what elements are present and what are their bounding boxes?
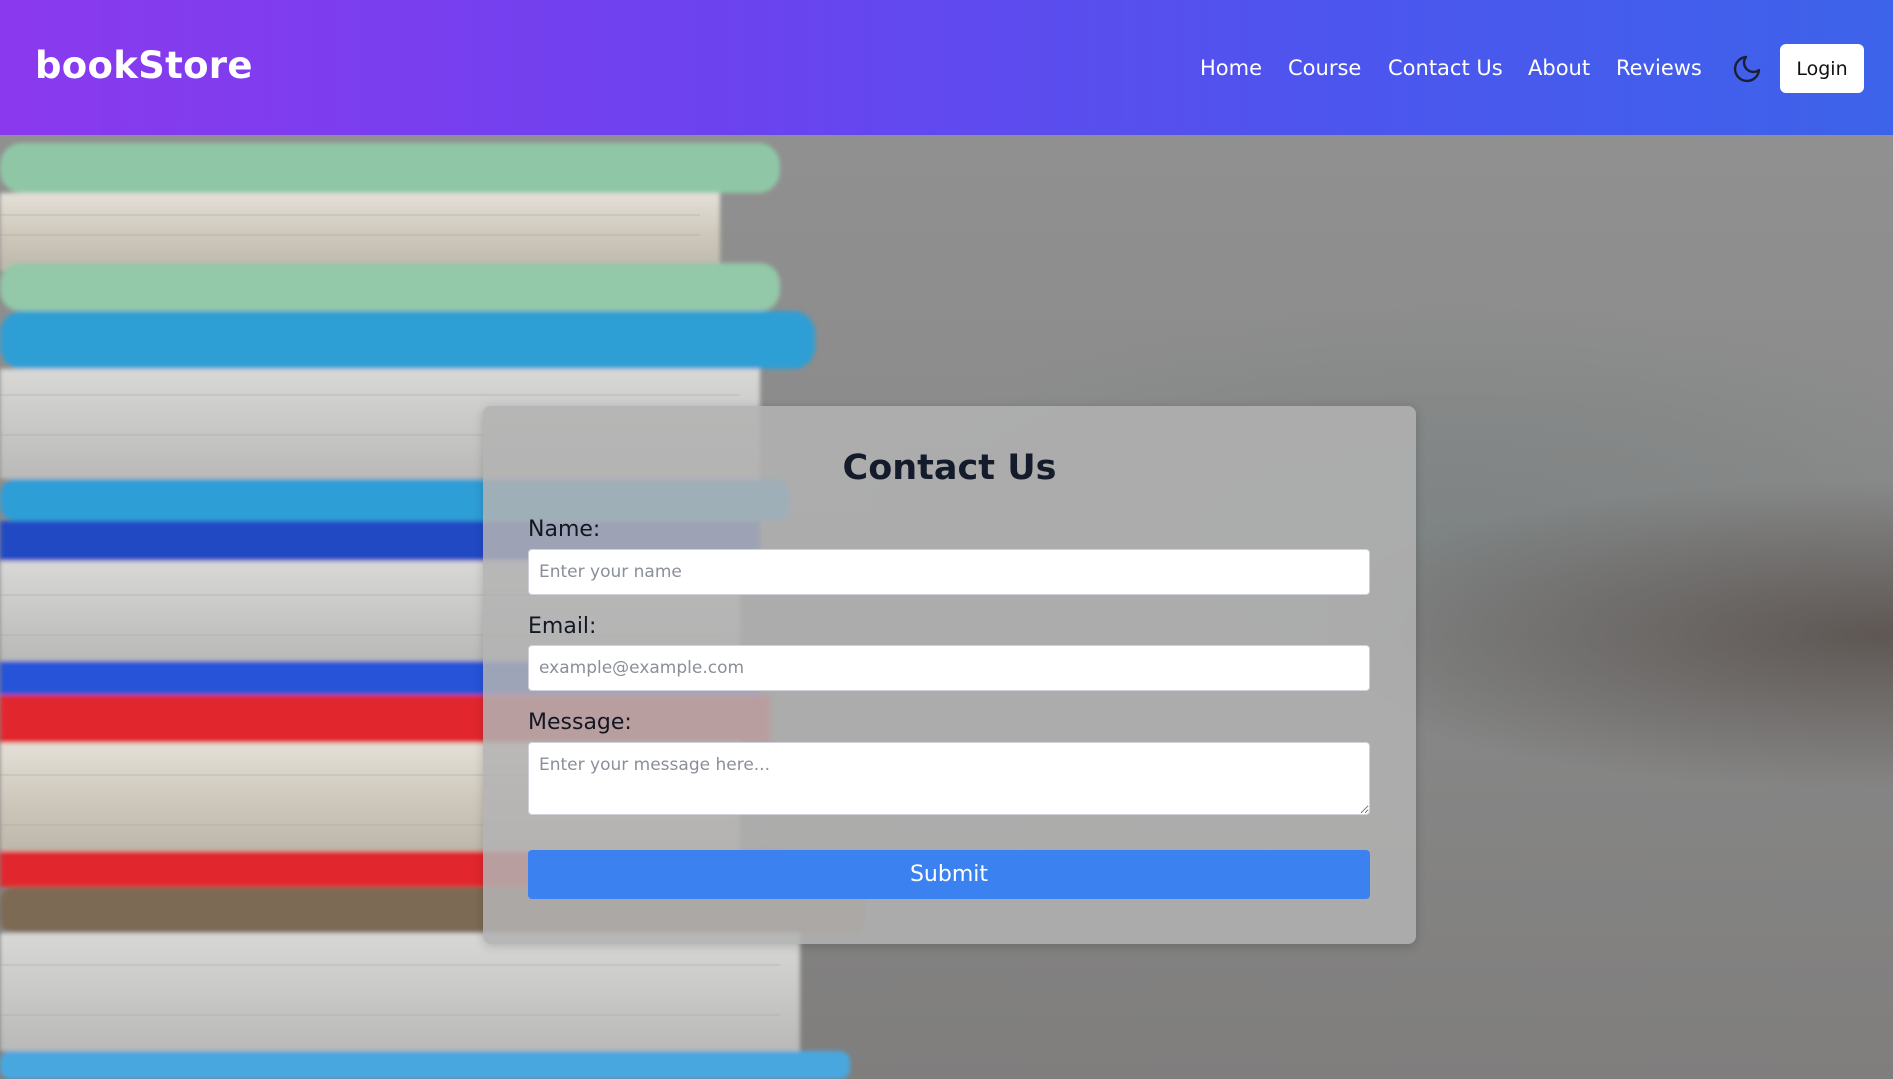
message-textarea[interactable] [528, 742, 1370, 815]
contact-form-card: Contact Us Name: Email: Message: Submit [483, 406, 1416, 944]
name-label: Name: [528, 517, 601, 542]
email-label: Email: [528, 614, 597, 639]
brand-logo[interactable]: bookStore [35, 44, 253, 88]
top-navbar: bookStore Home Course Contact Us About R… [0, 0, 1893, 135]
nav-link-about[interactable]: About [1528, 54, 1590, 82]
nav-link-course[interactable]: Course [1288, 54, 1361, 82]
message-label: Message: [528, 710, 632, 735]
nav-link-home[interactable]: Home [1200, 54, 1262, 82]
nav-link-contact-us[interactable]: Contact Us [1388, 54, 1503, 82]
contact-form-title: Contact Us [842, 448, 1057, 488]
email-input[interactable] [528, 645, 1370, 691]
nav-link-reviews[interactable]: Reviews [1616, 54, 1702, 82]
moon-icon[interactable] [1731, 53, 1763, 85]
login-button[interactable]: Login [1780, 44, 1864, 93]
name-input[interactable] [528, 549, 1370, 595]
submit-button[interactable]: Submit [528, 850, 1370, 899]
